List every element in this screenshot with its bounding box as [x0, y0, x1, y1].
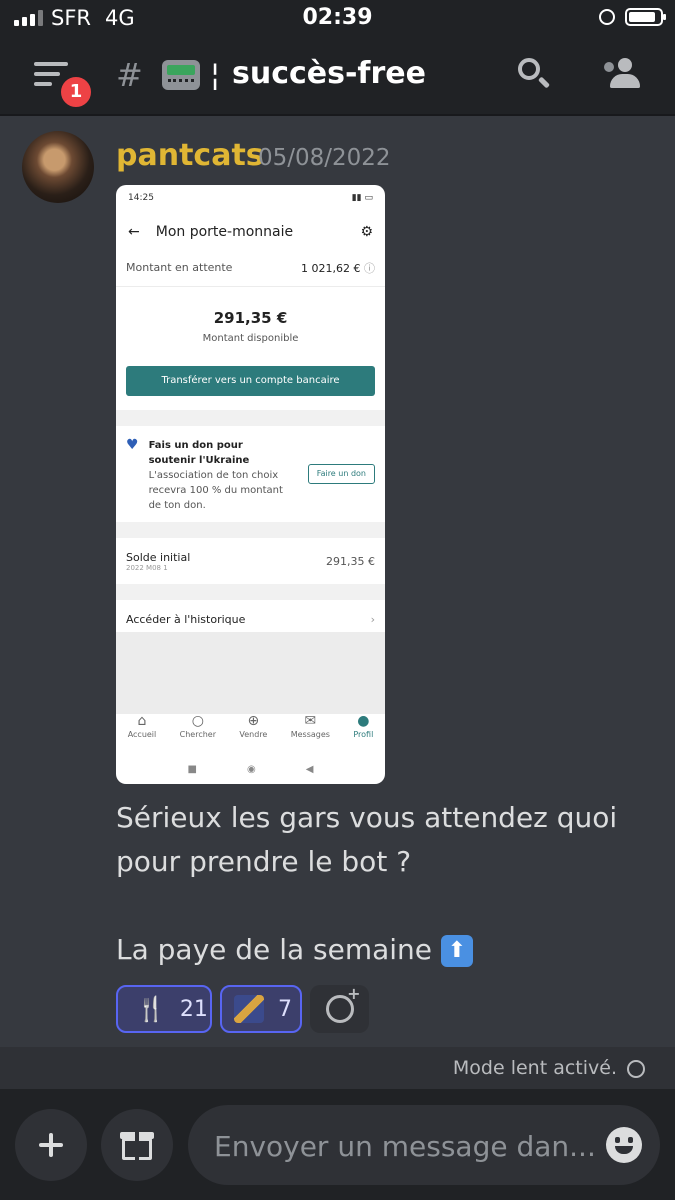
back-arrow-icon: ← — [128, 224, 140, 240]
attach-button[interactable] — [15, 1109, 87, 1181]
heart-icon: ♥ — [126, 437, 139, 453]
initial-balance-row: Solde initial 2022 M08 1 291,35 € — [116, 538, 385, 584]
info-icon: ⓘ — [364, 261, 375, 275]
home-icon: ⌂ — [137, 713, 147, 729]
circle-icon: ◉ — [247, 763, 256, 775]
slowmode-text: Mode lent activé. — [452, 1057, 617, 1079]
attachment-bottom-nav: ⌂ Accueil ○ Chercher ⊕ Vendre ✉ Messages ● Pr… — [116, 712, 385, 746]
reaction-count: 7 — [278, 996, 292, 1022]
transfer-button: Transférer vers un compte bancaire — [126, 366, 375, 396]
message-line-3: La paye de la semaine — [116, 933, 433, 966]
nav-label: Accueil — [127, 730, 157, 739]
emoji-picker-icon[interactable] — [606, 1127, 642, 1163]
donate-button: Faire un don — [307, 464, 375, 484]
message-line-1: Sérieux les gars vous attendez quoi — [116, 801, 618, 834]
channel-header: 1 # ¦ succès-free — [0, 36, 675, 116]
triangle-back-icon: ◀ — [305, 763, 314, 775]
nav-label: Profil — [353, 730, 374, 739]
available-label: Montant disponible — [202, 333, 299, 344]
message-line-2: pour prendre le bot ? — [116, 845, 412, 878]
nav-search: ○ Chercher — [180, 712, 216, 746]
gift-ribbon — [135, 1132, 139, 1160]
plus-icon-v — [49, 1133, 53, 1157]
message-line-3-wrap: La paye de la semaine ⬆ — [116, 928, 656, 972]
message-date: 05/08/2022 — [258, 145, 391, 171]
pending-label: Montant en attente — [126, 261, 233, 274]
attachment-title: Mon porte-monnaie — [155, 224, 294, 240]
composer — [0, 1089, 675, 1200]
timer-icon — [627, 1060, 645, 1078]
arrow-up-emoji-icon: ⬆ — [440, 935, 473, 967]
donate-texts: Fais un don pour soutenir l'Ukraine L'as… — [148, 438, 289, 511]
nav-profile: ● Profil — [353, 712, 373, 746]
divider — [116, 584, 385, 600]
reaction-count: 21 — [179, 996, 208, 1022]
available-amount: 291,35 € — [213, 309, 288, 327]
initial-label: Solde initial — [126, 550, 191, 564]
attachment-status-icons: ▮▮ ▭ — [351, 193, 373, 203]
search-icon: ○ — [191, 713, 204, 729]
history-link: Accéder à l'historique — [126, 612, 246, 626]
pending-value: 1 021,62 € — [301, 261, 361, 275]
clock: 02:39 — [302, 5, 373, 30]
nav-home: ⌂ Accueil — [128, 712, 157, 746]
nav-messages: ✉ Messages — [291, 712, 330, 746]
pending-value-wrap: 1 021,62 € ⓘ — [301, 260, 375, 276]
reaction-fork-knife[interactable]: 🍴 21 — [116, 985, 212, 1033]
pending-row: Montant en attente 1 021,62 € ⓘ — [116, 249, 385, 287]
message-input-wrap — [188, 1105, 660, 1187]
attachment-title-bar: ← Mon porte-monnaie ⚙ — [116, 215, 385, 249]
add-reaction-icon — [325, 984, 361, 1023]
status-bar: SFR 4G 02:39 — [0, 0, 675, 36]
initial-value: 291,35 € — [326, 554, 375, 568]
status-right — [599, 8, 666, 26]
divider — [116, 410, 385, 426]
gear-icon: ⚙ — [360, 224, 373, 240]
avatar[interactable] — [22, 131, 94, 203]
attachment-status-bar: 14:25 ▮▮ ▭ — [116, 185, 385, 215]
attachment-time: 14:25 — [128, 193, 154, 203]
nav-label: Messages — [290, 730, 330, 739]
separator-icon: ¦ — [210, 58, 221, 93]
orientation-lock-icon — [599, 9, 615, 25]
battery-icon — [625, 8, 666, 26]
add-reaction-button[interactable] — [310, 984, 369, 1033]
fork-knife-icon: 🍴 — [136, 995, 166, 1023]
notification-badge: 1 — [58, 74, 94, 110]
square-icon: ■ — [187, 763, 197, 775]
person-icon: ● — [357, 713, 370, 729]
custom-emoji-icon — [234, 995, 264, 1023]
image-attachment[interactable]: 14:25 ▮▮ ▭ ← Mon porte-monnaie ⚙ Montant… — [116, 185, 385, 784]
chevron-right-icon: › — [370, 612, 375, 626]
message-text: Sérieux les gars vous attendez quoi pour… — [116, 796, 656, 972]
nav-label: Chercher — [179, 730, 217, 739]
hash-icon: # — [116, 56, 143, 94]
divider — [116, 522, 385, 538]
empty-area — [116, 632, 385, 714]
android-nav: ■ ◉ ◀ — [116, 754, 385, 784]
initial-sub: 2022 M08 1 — [126, 563, 168, 572]
mail-icon: ✉ — [304, 713, 317, 729]
channel-name[interactable]: succès-free — [232, 56, 426, 91]
search-icon[interactable] — [518, 58, 552, 92]
nav-sell: ⊕ Vendre — [239, 712, 267, 746]
donate-title: Fais un don pour soutenir l'Ukraine — [148, 440, 250, 466]
reaction-custom[interactable]: 7 — [220, 985, 302, 1033]
members-icon[interactable] — [602, 58, 642, 92]
slowmode-bar: Mode lent activé. — [0, 1047, 675, 1089]
plus-circle-icon: ⊕ — [247, 713, 260, 729]
message-input[interactable] — [212, 1105, 596, 1187]
donate-text: L'association de ton choix recevra 100 %… — [148, 470, 283, 511]
gift-button[interactable] — [101, 1109, 173, 1181]
initial-labels: Solde initial 2022 M08 1 — [126, 551, 190, 572]
nav-label: Vendre — [239, 730, 268, 739]
message-author[interactable]: pantcats — [116, 138, 264, 173]
donate-card: ♥ Fais un don pour soutenir l'Ukraine L'… — [116, 426, 385, 522]
pager-icon — [162, 60, 200, 90]
